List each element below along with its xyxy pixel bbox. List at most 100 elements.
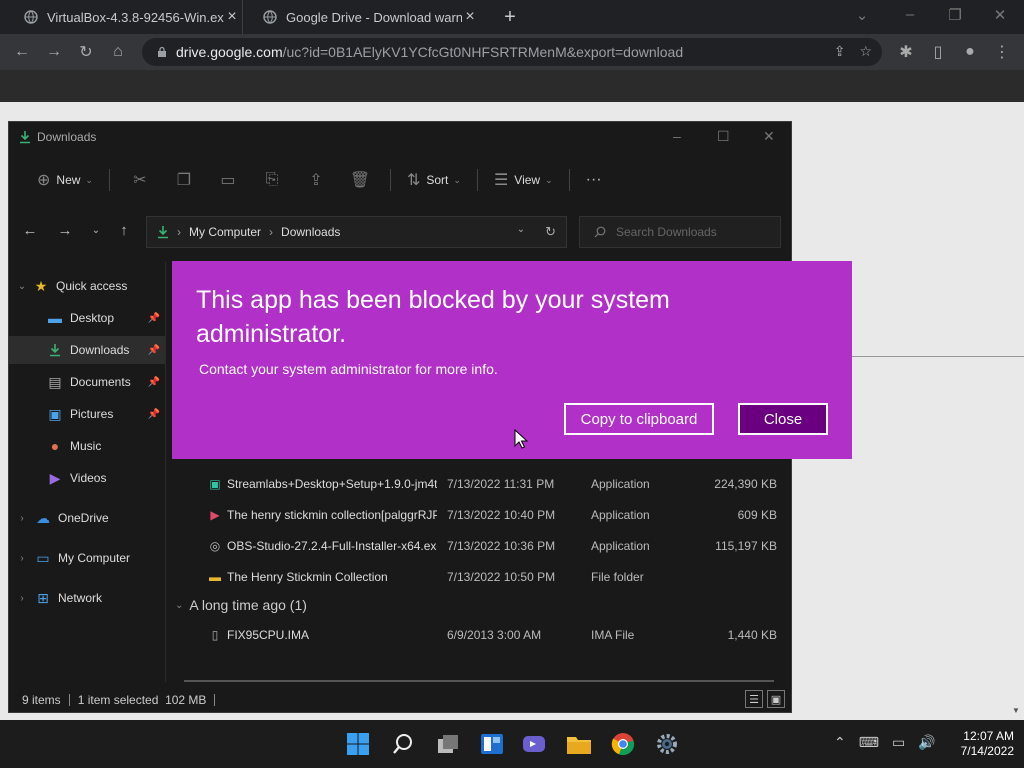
search-icon[interactable] <box>389 730 417 758</box>
nav-network[interactable]: › ⊞ Network <box>9 584 166 612</box>
copy-icon[interactable]: ❐ <box>169 170 199 190</box>
group-header-long-ago[interactable]: ⌄ A long time ago (1) <box>175 597 307 613</box>
chevron-right-icon[interactable]: › <box>15 593 29 604</box>
restore-icon[interactable]: ❐ <box>945 6 965 24</box>
close-button[interactable]: Close <box>738 403 828 435</box>
tab-close-icon[interactable]: × <box>462 8 478 26</box>
maximize-icon[interactable]: ☐ <box>717 128 730 145</box>
scroll-down-arrow-icon[interactable]: ▼ <box>1012 706 1020 715</box>
divider <box>68 694 70 706</box>
chevron-up-icon[interactable]: ⌃ <box>834 734 846 751</box>
nav-videos[interactable]: ▶ Videos <box>9 464 166 492</box>
url-host: drive.google.com <box>176 44 283 60</box>
share-icon[interactable]: ⇪ <box>301 170 331 190</box>
file-icon: ▯ <box>211 628 219 642</box>
cut-icon[interactable]: ✂ <box>125 170 155 190</box>
chevron-down-icon[interactable]: ⌄ <box>517 224 525 240</box>
side-panel-icon[interactable]: ▯ <box>928 42 948 62</box>
profile-icon[interactable]: ● <box>960 42 980 62</box>
reload-icon[interactable]: ↻ <box>76 42 96 62</box>
teams-chat-icon[interactable] <box>520 730 548 758</box>
download-icon <box>158 226 168 239</box>
app-icon: ▶ <box>210 508 220 522</box>
extensions-icon[interactable]: ✱ <box>896 42 916 62</box>
nav-desktop[interactable]: ▬ Desktop 📌 <box>9 304 166 332</box>
nav-documents[interactable]: ▤ Documents 📌 <box>9 368 166 396</box>
share-icon[interactable]: ⇪ <box>834 43 846 60</box>
breadcrumb-my-computer[interactable]: My Computer <box>189 225 261 239</box>
sort-button[interactable]: ⇅ Sort ⌄ <box>399 165 469 195</box>
recent-locations-icon[interactable]: ⌄ <box>87 225 105 236</box>
delete-icon[interactable]: 🗑 <box>345 170 375 190</box>
dialog-message: Contact your system administrator for mo… <box>199 361 498 377</box>
tab-close-icon[interactable]: × <box>224 8 240 26</box>
globe-icon <box>263 10 277 24</box>
nav-onedrive[interactable]: › ☁ OneDrive <box>9 504 166 532</box>
more-options-button[interactable]: ··· <box>578 165 610 195</box>
menu-icon[interactable]: ⋮ <box>992 42 1012 62</box>
folder-icon: ▬ <box>209 570 221 584</box>
settings-gear-icon[interactable] <box>653 730 681 758</box>
obs-icon: ◎ <box>209 539 221 553</box>
new-tab-button[interactable]: + <box>500 6 520 29</box>
new-button[interactable]: ⊕ New ⌄ <box>29 165 101 195</box>
path-bar[interactable]: › My Computer › Downloads ⌄ ↻ <box>146 216 567 248</box>
start-windows-icon[interactable] <box>344 730 372 758</box>
chevron-right-icon[interactable]: › <box>15 553 29 564</box>
horizontal-scrollbar[interactable] <box>184 680 774 682</box>
paste-icon[interactable]: ▭ <box>213 170 243 190</box>
pin-icon[interactable]: 📌 <box>148 409 160 420</box>
status-bar: 9 items 1 item selected 102 MB ☰ ▣ <box>9 688 791 712</box>
keyboard-icon[interactable]: ⌨ <box>859 734 879 751</box>
file-explorer-icon[interactable] <box>565 730 593 758</box>
nav-pictures[interactable]: ▣ Pictures 📌 <box>9 400 166 428</box>
pin-icon[interactable]: 📌 <box>148 313 160 324</box>
bookmark-star-icon[interactable]: ☆ <box>859 43 872 60</box>
file-row[interactable]: ▯ FIX95CPU.IMA 6/9/2013 3:00 AM IMA File … <box>169 621 789 649</box>
home-icon[interactable]: ⌂ <box>108 42 128 62</box>
refresh-icon[interactable]: ↻ <box>545 224 556 240</box>
clock-date: 7/14/2022 <box>960 744 1014 758</box>
task-view-icon[interactable] <box>434 730 462 758</box>
chevron-right-icon[interactable]: › <box>15 513 29 524</box>
forward-icon[interactable]: → <box>56 222 74 239</box>
tiles-view-icon[interactable]: ▣ <box>767 690 785 708</box>
address-bar[interactable]: drive.google.com/uc?id=0B1AElyKV1YCfcGt0… <box>142 38 882 66</box>
file-row[interactable]: ▶ The henry stickmin collection[palggrRJP… <box>169 501 789 529</box>
tab-search-icon[interactable]: ⌄ <box>852 6 872 24</box>
close-window-icon[interactable]: ✕ <box>990 6 1010 24</box>
close-icon[interactable]: ✕ <box>763 128 775 145</box>
tab-virtualbox[interactable]: VirtualBox-4.3.8-92456-Win.exe × <box>4 0 250 34</box>
search-input[interactable]: Search Downloads <box>579 216 781 248</box>
back-icon[interactable]: ← <box>21 222 39 239</box>
clock[interactable]: 12:07 AM 7/14/2022 <box>944 729 1014 759</box>
network-icon[interactable]: ▭ <box>892 734 905 751</box>
breadcrumb-downloads[interactable]: Downloads <box>281 225 340 239</box>
forward-icon[interactable]: → <box>44 42 64 62</box>
sort-icon: ⇅ <box>406 172 421 189</box>
back-icon[interactable]: ← <box>12 42 32 62</box>
pin-icon[interactable]: 📌 <box>148 345 160 356</box>
minimize-icon[interactable]: – <box>900 6 920 23</box>
chevron-down-icon: ⌄ <box>85 174 93 185</box>
file-row[interactable]: ◎ OBS-Studio-27.2.4-Full-Installer-x64.ex… <box>169 532 789 560</box>
rename-icon[interactable]: ⎘ <box>257 171 287 189</box>
copy-to-clipboard-button[interactable]: Copy to clipboard <box>564 403 714 435</box>
view-button[interactable]: ☰ View ⌄ <box>486 165 561 195</box>
url-path: /uc?id=0B1AElyKV1YCfcGt0NHFSRTRMenM&expo… <box>282 44 684 60</box>
up-icon[interactable]: ↑ <box>115 222 133 239</box>
nav-music[interactable]: ● Music <box>9 432 166 460</box>
file-row[interactable]: ▬ The Henry Stickmin Collection 7/13/2022… <box>169 563 789 591</box>
minimize-icon[interactable]: – <box>673 128 681 144</box>
pin-icon[interactable]: 📌 <box>148 377 160 388</box>
nav-quick-access[interactable]: ⌄ ★ Quick access <box>9 272 166 300</box>
chrome-icon[interactable] <box>609 730 637 758</box>
volume-icon[interactable]: 🔊 <box>918 734 935 751</box>
chevron-down-icon[interactable]: ⌄ <box>15 281 29 292</box>
nav-my-computer[interactable]: › ▭ My Computer <box>9 544 166 572</box>
file-row[interactable]: ▣ Streamlabs+Desktop+Setup+1.9.0-jm4tK...… <box>169 470 789 498</box>
widgets-icon[interactable] <box>478 730 506 758</box>
details-view-icon[interactable]: ☰ <box>745 690 763 708</box>
tab-google-drive[interactable]: Google Drive - Download warning × <box>242 0 488 34</box>
nav-downloads[interactable]: Downloads 📌 <box>9 336 166 364</box>
